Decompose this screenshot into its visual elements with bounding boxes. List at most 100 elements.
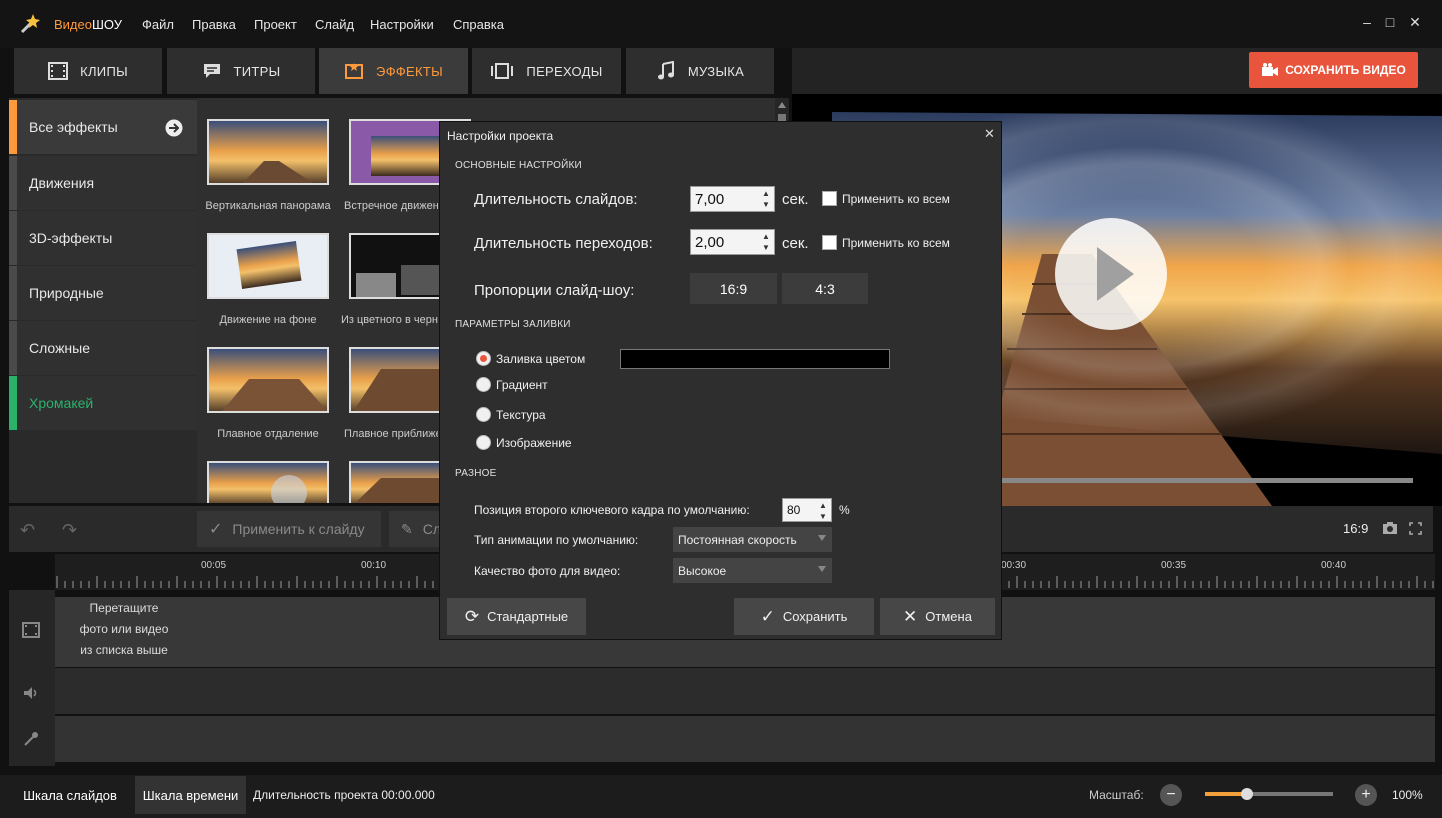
checkmark-icon: ✓ (760, 606, 775, 626)
keyframe-label: Позиция второго ключевого кадра по умолч… (474, 503, 750, 517)
fill-color-radio[interactable] (476, 351, 491, 366)
slides-scale-tab[interactable]: Шкала слайдов (10, 776, 130, 814)
category-nature[interactable]: Природные (9, 266, 197, 320)
category-label: Природные (29, 285, 104, 301)
second-toolbar-button[interactable]: ✎ Сл (389, 511, 441, 547)
ruler-label: 00:35 (1161, 560, 1187, 571)
ruler-label: 00:10 (361, 560, 387, 571)
image-radio[interactable] (476, 435, 491, 450)
effect-label: Из цветного в черно-белое (341, 314, 438, 326)
app-title: ВидеоШОУ (54, 17, 122, 32)
category-label: Движения (29, 175, 95, 191)
checkmark-icon: ✓ (209, 521, 223, 538)
voice-track[interactable] (55, 716, 1435, 762)
close-x-icon: ✕ (903, 606, 918, 626)
apply-to-slide-button[interactable]: ✓ Применить к слайду (197, 511, 381, 547)
category-label: Хромакей (29, 395, 94, 411)
playback-progress-bar[interactable] (1000, 478, 1413, 483)
effect-thumbnail[interactable] (207, 461, 329, 503)
magic-wand-logo-icon (20, 14, 40, 34)
transition-duration-value: 2,00 (695, 233, 725, 251)
category-motion[interactable]: Движения (9, 156, 197, 210)
redo-icon[interactable]: ↷ (62, 520, 77, 541)
snapshot-camera-icon[interactable] (1382, 521, 1398, 535)
photo-quality-select[interactable]: Высокое (673, 558, 832, 583)
menu-file[interactable]: Файл (142, 17, 174, 32)
texture-radio[interactable] (476, 407, 491, 422)
tab-clips[interactable]: КЛИПЫ (14, 48, 162, 94)
audio-track[interactable] (55, 668, 1435, 714)
zoom-in-button[interactable]: + (1355, 784, 1377, 806)
tab-effects[interactable]: ЭФФЕКТЫ (319, 48, 468, 94)
time-scale-tab[interactable]: Шкала времени (135, 776, 246, 814)
dialog-title: Настройки проекта (447, 129, 554, 143)
category-chromakey[interactable]: Хромакей (9, 376, 197, 430)
effect-label: Движение на фоне (219, 314, 317, 326)
gradient-radio[interactable] (476, 377, 491, 392)
tab-music[interactable]: МУЗЫКА (626, 48, 774, 94)
effect-thumbnail[interactable] (207, 233, 329, 299)
fill-color-swatch[interactable] (620, 349, 890, 369)
speech-bubble-icon (203, 64, 220, 78)
maximize-button[interactable]: □ (1382, 14, 1398, 30)
unit-sec-label: сек. (782, 235, 809, 252)
menu-edit[interactable]: Правка (192, 17, 236, 32)
animation-type-select[interactable]: Постоянная скорость (673, 527, 832, 552)
ruler-label: 00:30 (1001, 560, 1027, 571)
drop-hint-line: Перетащите (89, 601, 159, 615)
category-complex[interactable]: Сложные (9, 321, 197, 375)
fullscreen-icon[interactable] (1409, 522, 1422, 535)
effect-label: Встречное движение (344, 200, 438, 212)
film-track-icon (22, 622, 40, 638)
defaults-button[interactable]: ⟳ Стандартные (447, 598, 586, 635)
aspect-16-9-button[interactable]: 16:9 (690, 273, 777, 304)
wand-icon: ✎ (401, 520, 413, 537)
dialog-save-button[interactable]: ✓ Сохранить (734, 598, 874, 635)
spinner-arrows-icon[interactable]: ▲ ▼ (817, 500, 829, 522)
ruler-label: 00:05 (201, 560, 227, 571)
save-video-label: СОХРАНИТЬ ВИДЕО (1285, 63, 1406, 77)
spinner-arrows-icon[interactable]: ▲ ▼ (760, 188, 772, 210)
ruler-label: 00:40 (1321, 560, 1347, 571)
transitions-icon (491, 63, 514, 79)
menu-help[interactable]: Справка (453, 17, 504, 32)
menu-project[interactable]: Проект (254, 17, 297, 32)
section-fill-params: ПАРАМЕТРЫ ЗАЛИВКИ (455, 319, 571, 330)
close-window-button[interactable]: ✕ (1407, 14, 1423, 30)
keyframe-input[interactable]: 80 ▲ ▼ (782, 498, 832, 522)
menu-slide[interactable]: Слайд (315, 17, 354, 32)
apply-all-slides-checkbox[interactable] (822, 191, 837, 206)
tab-label: КЛИПЫ (80, 63, 128, 79)
undo-icon[interactable]: ↶ (20, 520, 35, 541)
slide-duration-label: Длительность слайдов: (474, 191, 638, 208)
menu-settings[interactable]: Настройки (370, 17, 434, 32)
drop-hint-line: из списка выше (80, 643, 168, 657)
keyframe-value: 80 (787, 503, 801, 517)
effect-thumbnail[interactable] (207, 119, 329, 185)
category-3d-effects[interactable]: 3D-эффекты (9, 211, 197, 265)
effects-icon (345, 63, 364, 79)
drop-hint: Перетащите фото или видео из списка выше (60, 598, 188, 661)
scroll-up-arrow-icon[interactable] (778, 102, 786, 108)
category-all-effects[interactable]: Все эффекты (9, 100, 197, 154)
photo-quality-label: Качество фото для видео: (474, 564, 621, 578)
microphone-icon (24, 732, 38, 746)
animation-type-label: Тип анимации по умолчанию: (474, 533, 639, 547)
section-main-settings: ОСНОВНЫЕ НАСТРОЙКИ (455, 160, 582, 171)
refresh-icon: ⟳ (464, 606, 480, 626)
dialog-save-label: Сохранить (782, 609, 848, 624)
minimize-button[interactable]: – (1359, 14, 1375, 30)
tab-transitions[interactable]: ПЕРЕХОДЫ (472, 48, 621, 94)
unit-sec-label: сек. (782, 191, 809, 208)
aspect-4-3-button[interactable]: 4:3 (782, 273, 868, 304)
slide-duration-input[interactable]: 7,00 ▲ ▼ (690, 186, 775, 212)
dialog-close-button[interactable]: ✕ (984, 126, 995, 142)
tab-titles[interactable]: ТИТРЫ (167, 48, 315, 94)
transition-duration-input[interactable]: 2,00 ▲ ▼ (690, 229, 775, 255)
save-video-button[interactable]: СОХРАНИТЬ ВИДЕО (1249, 52, 1418, 88)
zoom-out-button[interactable]: − (1160, 784, 1182, 806)
effect-thumbnail[interactable] (207, 347, 329, 413)
spinner-arrows-icon[interactable]: ▲ ▼ (760, 231, 772, 253)
apply-all-transitions-checkbox[interactable] (822, 235, 837, 250)
dialog-cancel-button[interactable]: ✕ Отмена (880, 598, 995, 635)
